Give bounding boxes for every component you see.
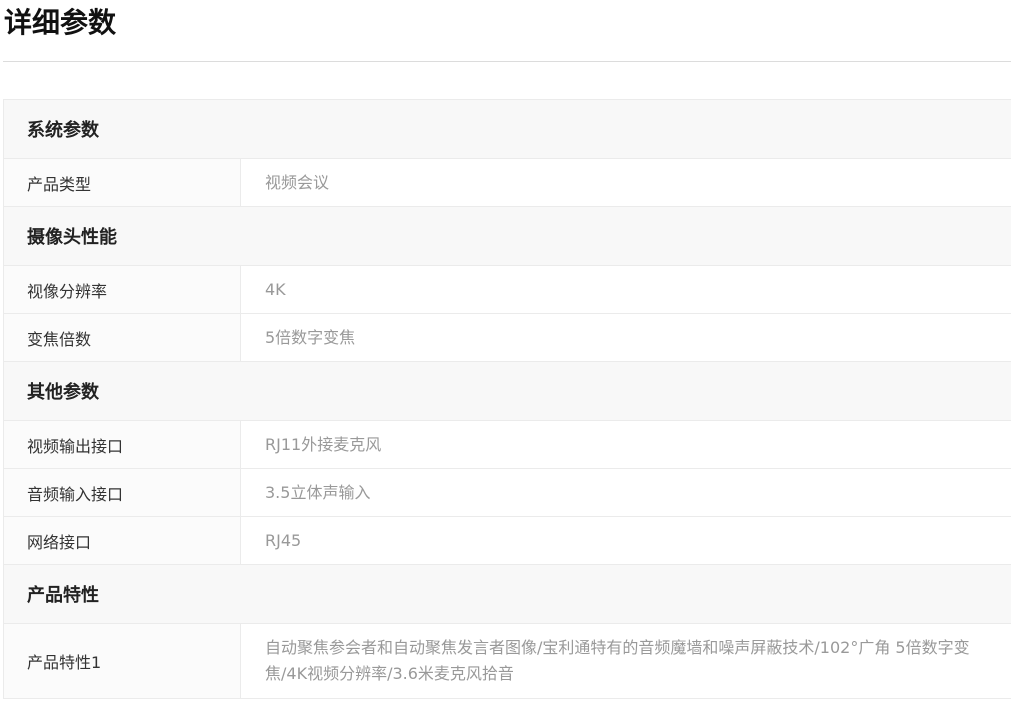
param-value: 视频会议 (265, 172, 330, 192)
param-row-audio-input: 音频输入接口 3.5立体声输入 (4, 469, 1011, 517)
param-row-product-type: 产品类型 视频会议 (4, 159, 1011, 207)
param-name: 视频输出接口 (4, 421, 241, 468)
page-title: 详细参数 (4, 6, 117, 39)
section-header-camera: 摄像头性能 (4, 207, 1011, 266)
param-value: RJ11外接麦克风 (265, 434, 382, 454)
section-header-system: 系统参数 (4, 100, 1011, 159)
param-name: 网络接口 (4, 517, 241, 564)
param-value: 4K (265, 279, 286, 299)
param-name: 音频输入接口 (4, 469, 241, 516)
param-name: 产品特性1 (4, 624, 241, 698)
param-name: 视像分辨率 (4, 266, 241, 313)
param-row-resolution: 视像分辨率 4K (4, 266, 1011, 314)
section-title: 产品特性 (27, 585, 99, 606)
section-header-features: 产品特性 (4, 565, 1011, 624)
param-row-network: 网络接口 RJ45 (4, 517, 1011, 565)
param-row-zoom: 变焦倍数 5倍数字变焦 (4, 314, 1011, 362)
spec-table: 系统参数 产品类型 视频会议 摄像头性能 视像分辨率 4K 变焦倍数 5倍数字变… (3, 99, 1011, 699)
param-row-video-output: 视频输出接口 RJ11外接麦克风 (4, 421, 1011, 469)
param-value: 3.5立体声输入 (265, 482, 371, 502)
param-name: 产品类型 (4, 159, 241, 206)
param-row-feature-1: 产品特性1 自动聚焦参会者和自动聚焦发言者图像/宝利通特有的音频魔墙和噪声屏蔽技… (4, 624, 1011, 699)
param-value: RJ45 (265, 530, 302, 550)
title-divider (3, 61, 1011, 62)
section-header-other: 其他参数 (4, 362, 1011, 421)
param-value: 5倍数字变焦 (265, 327, 356, 347)
section-title: 其他参数 (27, 382, 99, 403)
param-name: 变焦倍数 (4, 314, 241, 361)
param-value: 自动聚焦参会者和自动聚焦发言者图像/宝利通特有的音频魔墙和噪声屏蔽技术/102°… (265, 638, 970, 683)
section-title: 系统参数 (27, 120, 99, 141)
section-title: 摄像头性能 (27, 227, 117, 248)
